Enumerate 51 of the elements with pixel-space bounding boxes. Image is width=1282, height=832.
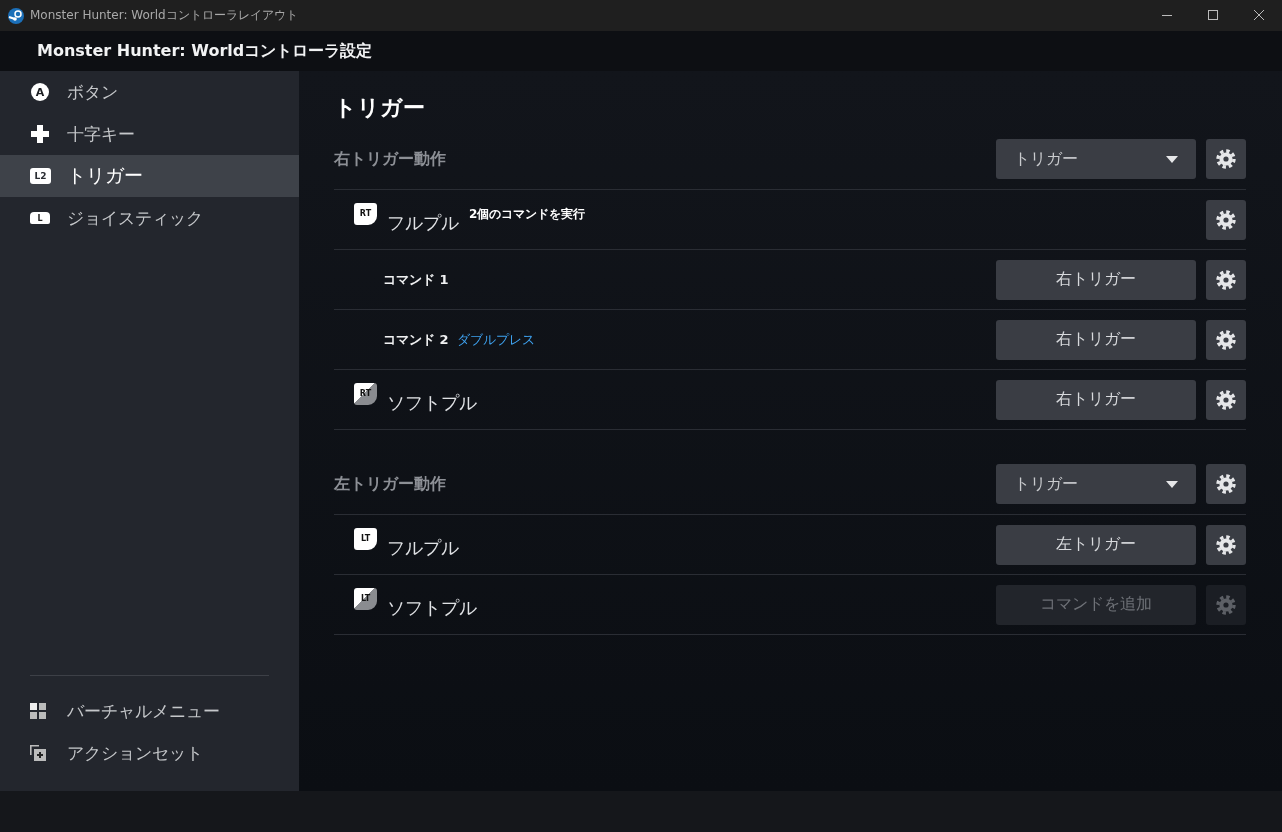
action-label: フルプル	[387, 535, 459, 560]
action-label: ソフトプル	[387, 390, 477, 415]
dpad-icon	[30, 124, 50, 144]
settings-icon	[1216, 594, 1236, 615]
face-button-icon: A	[31, 83, 49, 101]
layers-plus-icon	[30, 745, 46, 761]
binding-button[interactable]: 右トリガー	[996, 259, 1196, 300]
caret-icon	[1166, 480, 1178, 488]
settings-button[interactable]	[1206, 319, 1246, 360]
settings-icon	[1216, 269, 1236, 290]
trigger-icon: L2	[30, 168, 51, 184]
command-label: コマンド 1	[383, 270, 449, 289]
page-title: トリガー	[334, 94, 426, 122]
window-title: Monster Hunter: Worldコントローラレイアウト	[30, 7, 299, 24]
settings-button[interactable]	[1206, 524, 1246, 565]
sidebar-item[interactable]: L ジョイスティック	[0, 197, 299, 239]
sidebar-item[interactable]: バーチャルメニュー	[0, 690, 299, 732]
settings-button[interactable]	[1206, 199, 1246, 240]
settings-icon	[1216, 209, 1236, 230]
joystick-icon: L	[30, 212, 50, 224]
sidebar-item[interactable]: 十字キー	[0, 113, 299, 155]
trigger-icon: RT	[354, 202, 377, 225]
command-label: コマンド 2	[383, 330, 449, 349]
settings-icon	[1216, 474, 1236, 494]
settings-button[interactable]	[1206, 379, 1246, 420]
settings-button[interactable]	[1206, 139, 1246, 179]
settings-icon	[1216, 149, 1236, 169]
settings-icon	[1216, 329, 1236, 350]
settings-button[interactable]	[1206, 464, 1246, 504]
section-title: 左トリガー動作	[334, 473, 447, 495]
section-title: 右トリガー動作	[334, 148, 447, 170]
binding-button[interactable]: 右トリガー	[996, 319, 1196, 360]
action-label: ソフトプル	[387, 595, 477, 620]
modifier-link[interactable]: ダブルプレス	[456, 330, 535, 349]
caret-icon	[1166, 155, 1178, 163]
sidebar-item[interactable]: アクションセット	[0, 732, 299, 774]
settings-icon	[1216, 534, 1236, 555]
grid-icon	[30, 703, 46, 719]
app-logo-icon	[8, 7, 24, 24]
mode-dropdown[interactable]: トリガー	[996, 139, 1196, 179]
sidebar-item[interactable]: L2 トリガー	[0, 155, 299, 197]
mode-dropdown[interactable]: トリガー	[996, 464, 1196, 504]
binding-button[interactable]: 左トリガー	[996, 524, 1196, 565]
binding-button[interactable]: 右トリガー	[996, 379, 1196, 420]
page-header: Monster Hunter: Worldコントローラ設定	[0, 31, 1282, 71]
trigger-icon: LT	[354, 527, 377, 550]
settings-icon	[1216, 389, 1236, 410]
settings-button[interactable]	[1206, 259, 1246, 300]
action-note: 2個のコマンドを実行	[469, 206, 586, 223]
sidebar-item[interactable]: A ボタン	[0, 71, 299, 113]
action-label: フルプル	[387, 210, 459, 235]
